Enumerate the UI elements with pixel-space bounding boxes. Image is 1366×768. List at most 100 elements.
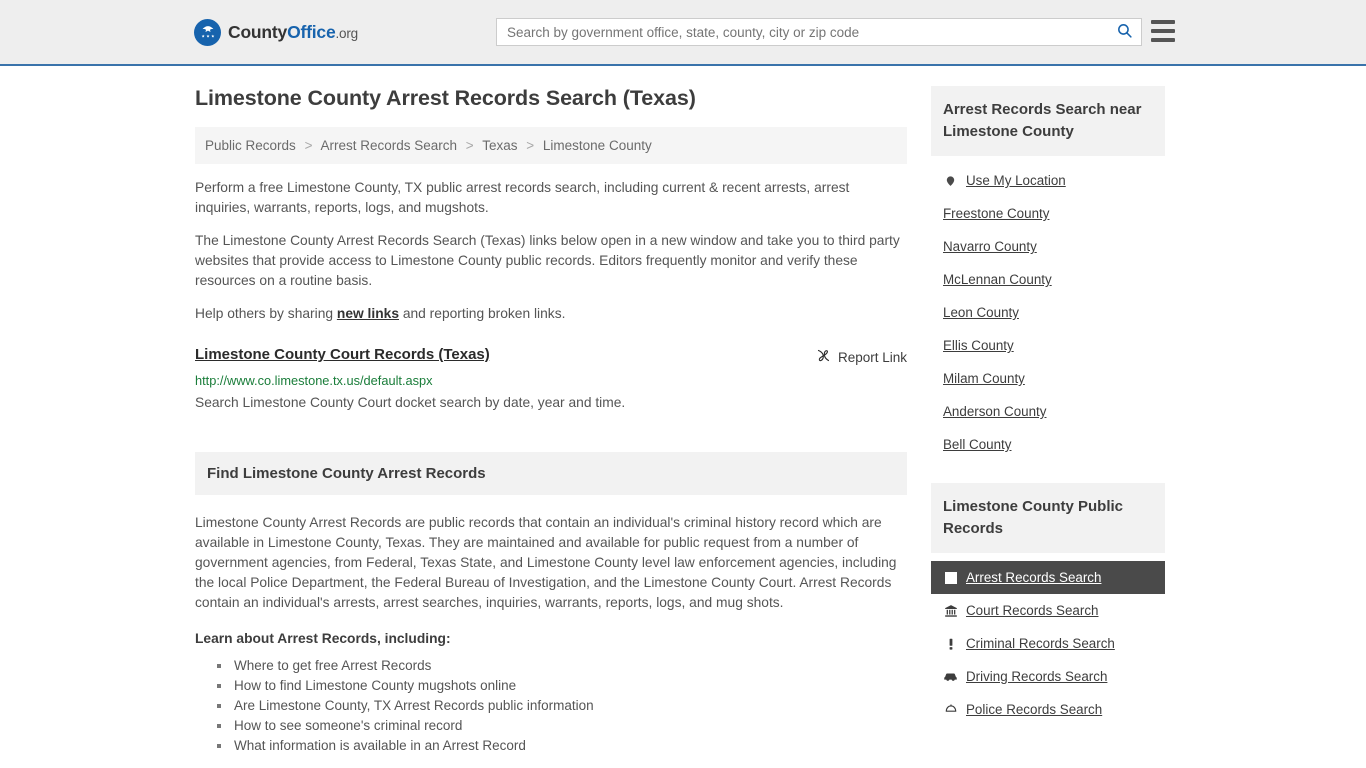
report-link-button[interactable]: Report Link xyxy=(816,346,907,366)
sidebar-item-label: McLennan County xyxy=(943,272,1052,287)
nearby-counties-list: Use My Location Freestone County Navarro… xyxy=(931,164,1165,461)
white-square-icon xyxy=(943,571,958,584)
list-item: How to find Limestone County mugshots on… xyxy=(217,676,907,696)
result-item: Limestone County Court Records (Texas) R… xyxy=(195,346,907,412)
breadcrumb: Public Records > Arrest Records Search >… xyxy=(195,127,907,164)
list-item: Anderson County xyxy=(931,395,1165,428)
main-content: Limestone County Arrest Records Search (… xyxy=(195,86,907,756)
search-icon xyxy=(1116,22,1133,42)
breadcrumb-separator: > xyxy=(304,138,313,153)
breadcrumb-item-arrest-records-search[interactable]: Arrest Records Search xyxy=(320,138,457,153)
breadcrumb-item-limestone-county[interactable]: Limestone County xyxy=(543,138,652,153)
intro-paragraph-3: Help others by sharing new links and rep… xyxy=(195,304,907,324)
intro-paragraph-2: The Limestone County Arrest Records Sear… xyxy=(195,233,900,288)
intro-paragraph-1: Perform a free Limestone County, TX publ… xyxy=(195,180,850,215)
hamburger-bar xyxy=(1151,38,1175,42)
list-item: How to see someone's criminal record xyxy=(217,716,907,736)
page-title: Limestone County Arrest Records Search (… xyxy=(195,86,696,110)
learn-about-heading: Learn about Arrest Records, including: xyxy=(195,631,451,646)
search-bar[interactable] xyxy=(496,18,1142,46)
find-section-heading: Find Limestone County Arrest Records xyxy=(195,452,907,495)
sidebar-item-label: Milam County xyxy=(943,371,1025,386)
sidebar-item-freestone-county[interactable]: Freestone County xyxy=(931,197,1165,230)
sidebar-item-label: Driving Records Search xyxy=(966,669,1108,684)
sidebar-item-leon-county[interactable]: Leon County xyxy=(931,296,1165,329)
list-item: Navarro County xyxy=(931,230,1165,263)
nearby-section-heading: Arrest Records Search near Limestone Cou… xyxy=(931,86,1165,156)
result-title-link[interactable]: Limestone County Court Records (Texas) xyxy=(195,346,490,363)
sidebar-item-police-records-search[interactable]: Police Records Search xyxy=(931,693,1165,726)
find-section-paragraph: Limestone County Arrest Records are publ… xyxy=(195,515,897,610)
site-logo[interactable]: CountyOffice.org xyxy=(194,18,358,46)
sidebar-item-ellis-county[interactable]: Ellis County xyxy=(931,329,1165,362)
logo-text-tld: .org xyxy=(335,25,358,41)
list-item: Driving Records Search xyxy=(931,660,1165,693)
logo-text-part1: County xyxy=(228,21,288,42)
sidebar-item-driving-records-search[interactable]: Driving Records Search xyxy=(931,660,1165,693)
sidebar-item-court-records-search[interactable]: Court Records Search xyxy=(931,594,1165,627)
result-header-row: Limestone County Court Records (Texas) R… xyxy=(195,346,907,366)
result-url[interactable]: http://www.co.limestone.tx.us/default.as… xyxy=(195,373,907,388)
sidebar-item-label: Court Records Search xyxy=(966,603,1099,618)
list-item: Bell County xyxy=(931,428,1165,461)
sidebar-item-criminal-records-search[interactable]: Criminal Records Search xyxy=(931,627,1165,660)
public-records-section: Limestone County Public Records Arrest R… xyxy=(931,483,1165,726)
courthouse-icon xyxy=(943,604,958,618)
sidebar-item-milam-county[interactable]: Milam County xyxy=(931,362,1165,395)
sidebar-item-arrest-records-search[interactable]: Arrest Records Search xyxy=(931,561,1165,594)
sidebar: Arrest Records Search near Limestone Cou… xyxy=(931,86,1165,756)
hamburger-bar xyxy=(1151,20,1175,24)
breadcrumb-separator: > xyxy=(465,138,474,153)
breadcrumb-separator: > xyxy=(526,138,535,153)
list-item: McLennan County xyxy=(931,263,1165,296)
share-text-after: and reporting broken links. xyxy=(399,306,566,321)
site-header: CountyOffice.org xyxy=(0,0,1366,66)
sidebar-item-bell-county[interactable]: Bell County xyxy=(931,428,1165,461)
sidebar-item-use-my-location[interactable]: Use My Location xyxy=(931,164,1165,197)
breadcrumb-item-texas[interactable]: Texas xyxy=(482,138,517,153)
list-item: Are Limestone County, TX Arrest Records … xyxy=(217,696,907,716)
sidebar-item-label: Police Records Search xyxy=(966,702,1103,717)
hamburger-menu-icon[interactable] xyxy=(1151,20,1175,42)
list-item: Where to get free Arrest Records xyxy=(217,656,907,676)
sidebar-item-mclennan-county[interactable]: McLennan County xyxy=(931,263,1165,296)
search-input[interactable] xyxy=(497,19,1107,45)
breadcrumb-item-public-records[interactable]: Public Records xyxy=(205,138,296,153)
list-item: Leon County xyxy=(931,296,1165,329)
public-records-list: Arrest Records Search Court Records Sear… xyxy=(931,561,1165,726)
learn-about-list: Where to get free Arrest Records How to … xyxy=(195,656,907,756)
sidebar-item-label: Use My Location xyxy=(966,173,1066,188)
sidebar-item-label: Freestone County xyxy=(943,206,1050,221)
list-item: Milam County xyxy=(931,362,1165,395)
search-button[interactable] xyxy=(1107,19,1141,45)
hamburger-bar xyxy=(1151,29,1175,33)
list-item: Criminal Records Search xyxy=(931,627,1165,660)
logo-text-part2: Office xyxy=(287,21,336,42)
car-icon xyxy=(943,669,958,684)
result-description: Search Limestone County Court docket sea… xyxy=(195,395,626,410)
sidebar-item-label: Anderson County xyxy=(943,404,1047,419)
page-body: Limestone County Arrest Records Search (… xyxy=(0,66,1366,756)
police-badge-icon xyxy=(943,703,958,717)
broken-link-icon xyxy=(816,348,831,366)
list-item: Ellis County xyxy=(931,329,1165,362)
new-links-link[interactable]: new links xyxy=(337,306,399,321)
exclamation-icon xyxy=(943,637,958,651)
sidebar-item-label: Ellis County xyxy=(943,338,1014,353)
list-item: Use My Location xyxy=(931,164,1165,197)
list-item: Court Records Search xyxy=(931,594,1165,627)
sidebar-item-label: Navarro County xyxy=(943,239,1037,254)
sidebar-item-anderson-county[interactable]: Anderson County xyxy=(931,395,1165,428)
list-item: Arrest Records Search xyxy=(931,561,1165,594)
report-link-label: Report Link xyxy=(837,349,907,365)
sidebar-item-label: Bell County xyxy=(943,437,1012,452)
eagle-badge-icon xyxy=(194,18,221,46)
list-item: Freestone County xyxy=(931,197,1165,230)
sidebar-item-label: Leon County xyxy=(943,305,1019,320)
list-item: Police Records Search xyxy=(931,693,1165,726)
sidebar-item-navarro-county[interactable]: Navarro County xyxy=(931,230,1165,263)
location-pin-icon xyxy=(943,174,958,188)
sidebar-item-label: Criminal Records Search xyxy=(966,636,1115,651)
share-text-before: Help others by sharing xyxy=(195,306,337,321)
sidebar-item-label: Arrest Records Search xyxy=(966,570,1102,585)
